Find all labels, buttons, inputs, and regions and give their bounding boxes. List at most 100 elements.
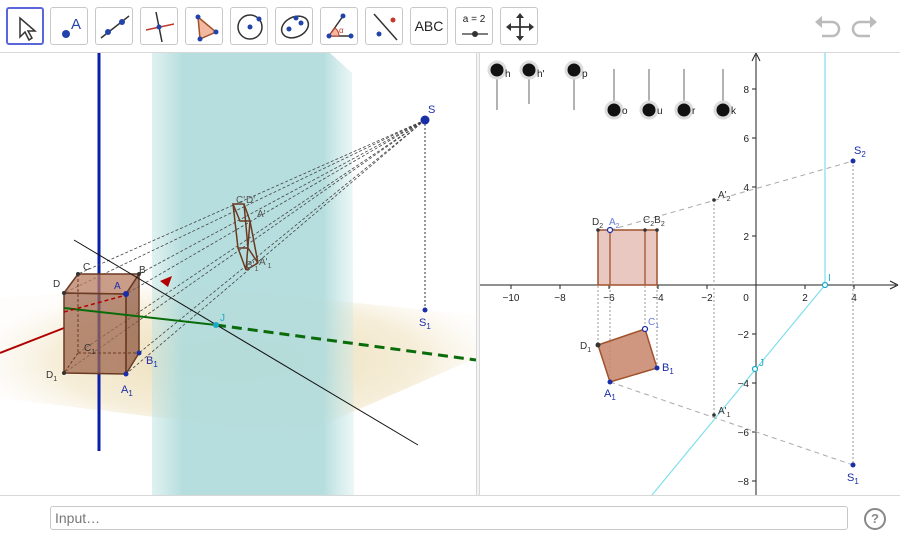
point-c[interactable] [76, 272, 80, 276]
y-tick-label: 8 [743, 85, 749, 96]
label-b: B [139, 265, 146, 276]
label-d1: D1 [580, 341, 591, 354]
line-tool-button[interactable] [95, 7, 133, 45]
label-d: D [53, 279, 60, 290]
y-tick-label: −6 [738, 428, 750, 439]
point-a2 [606, 226, 614, 234]
point-s2 [850, 158, 856, 164]
horizontal-projection-quad [597, 328, 658, 383]
point-b2 [655, 228, 659, 232]
y-tick-label: −2 [738, 330, 750, 341]
undo-icon [815, 16, 841, 38]
y-axis: −8−6−4−22468 [738, 53, 761, 495]
text-tool-button[interactable]: ABC [410, 7, 448, 45]
point-icon: A [62, 16, 81, 38]
point-j[interactable] [213, 322, 219, 328]
slider-r-label: r [692, 106, 696, 117]
point-a1-prime [712, 413, 716, 417]
graphics-2d-view[interactable]: −10 −8 −6 −4 −2 0 2 4 −8 −6 −4 −2 2 4 6 8 [480, 53, 900, 495]
perpendicular-line-tool-button[interactable] [140, 7, 178, 45]
circle-tool-button[interactable] [230, 7, 268, 45]
point-a1[interactable] [123, 371, 129, 377]
label-a2-prime: A'2 [718, 190, 731, 203]
x-tick-label: −6 [603, 293, 615, 304]
move-view-tool-button[interactable] [500, 7, 538, 45]
label-c2-b2: C2B2 [643, 215, 665, 228]
reflect-icon [373, 13, 398, 41]
ellipse-icon [280, 15, 310, 39]
text-tool-label: ABC [414, 18, 444, 34]
slider-h-label: h [505, 69, 511, 80]
label-s1: S1 [847, 472, 859, 486]
reflect-tool-button[interactable] [365, 7, 403, 45]
slider-r-knob [674, 100, 694, 120]
algebra-input-field[interactable] [50, 506, 848, 530]
label-a1: A1 [604, 388, 616, 402]
label-a-prime: A' [257, 209, 266, 220]
y-tick-label: −4 [738, 379, 750, 390]
point-a1 [607, 379, 613, 385]
slider-p-label: p [582, 69, 588, 80]
move-tool-button[interactable] [6, 7, 44, 45]
help-icon[interactable]: ? [864, 508, 886, 530]
label-a1-prime: A'1 [718, 406, 731, 419]
label-i: I [828, 273, 831, 284]
point-d1[interactable] [62, 371, 66, 375]
x-tick-label: −8 [554, 293, 566, 304]
point-a[interactable] [123, 291, 129, 297]
polygon-tool-button[interactable] [185, 7, 223, 45]
angle-tool-button[interactable]: α [320, 7, 358, 45]
point-b1[interactable] [136, 350, 142, 356]
slider-icon [462, 31, 488, 37]
polygon-icon [195, 14, 219, 42]
graphics-3d-canvas[interactable]: S S1 A A1 B1 B C D C1 D1 J C' D' A' A'1 … [0, 53, 476, 495]
dotted-projectors [597, 161, 854, 465]
point-s1[interactable] [422, 307, 428, 313]
svg-text:A: A [71, 16, 81, 33]
label-a: A [114, 281, 121, 292]
vertical-projection-plane [152, 53, 354, 495]
label-j: J [759, 358, 764, 369]
cube [62, 271, 141, 377]
sliders[interactable]: h h' p o u r k [487, 60, 737, 120]
graphics-2d-canvas[interactable]: −10 −8 −6 −4 −2 0 2 4 −8−6−4−22468 h h' … [480, 53, 900, 495]
x-tick-label: 2 [802, 293, 808, 304]
line-icon [100, 15, 130, 39]
redo-button[interactable] [850, 12, 880, 40]
label-b1: B1 [662, 362, 674, 376]
slider-h-prime-label: h' [537, 69, 545, 80]
undo-button[interactable] [812, 12, 842, 40]
point-d1 [595, 342, 601, 348]
point-d[interactable] [62, 291, 66, 295]
x-tick-label: −10 [503, 293, 520, 304]
slider-k-knob [713, 100, 733, 120]
label-c: C [83, 262, 90, 273]
point-c2 [643, 228, 647, 232]
ellipse-tool-button[interactable] [275, 7, 313, 45]
x-tick-label: 4 [851, 293, 857, 304]
graphics-3d-view[interactable]: S S1 A A1 B1 B C D C1 D1 J C' D' A' A'1 … [0, 53, 476, 495]
slider-u-label: u [657, 106, 663, 117]
x-tick-label: 0 [743, 293, 749, 304]
point-tool-button[interactable]: A [50, 7, 88, 45]
slider-o-knob [604, 100, 624, 120]
label-d2: D2 [592, 217, 603, 230]
point-i [821, 281, 829, 289]
angle-icon: α [326, 13, 354, 39]
input-bar: ? [0, 495, 900, 540]
y-tick-label: −8 [738, 477, 750, 488]
slider-k-label: k [731, 106, 737, 117]
slider-o-label: o [622, 106, 628, 117]
x-tick-label: −4 [652, 293, 664, 304]
point-b1 [654, 365, 660, 371]
redo-icon [851, 16, 877, 38]
slider-tool-button[interactable]: a = 2 [455, 7, 493, 45]
point-s[interactable] [420, 115, 430, 125]
slider-u-knob [639, 100, 659, 120]
label-c1: C1 [648, 317, 659, 330]
label-j: J [220, 313, 225, 324]
label-s: S [428, 104, 435, 116]
label-d-prime: D' [246, 195, 255, 206]
perpendicular-line-icon [145, 11, 175, 43]
slider-h-prime-knob [519, 60, 539, 80]
